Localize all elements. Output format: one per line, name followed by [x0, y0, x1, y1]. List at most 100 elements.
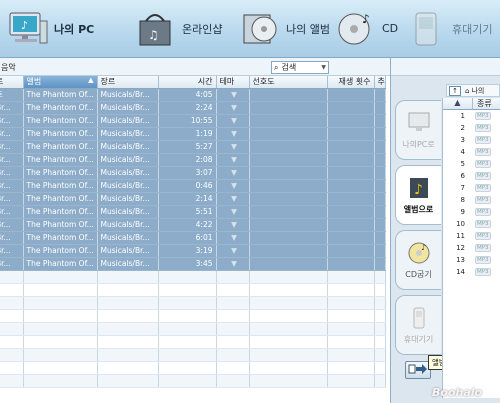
theme-dropdown-icon[interactable]: ▼ [216, 114, 250, 128]
list-item[interactable]: 12 MP3 [443, 242, 500, 254]
tab-cd-burn[interactable]: ♪ CD굽기 [395, 230, 441, 290]
table-row[interactable]: Br...The Phantom Of...Musicals/Br...3:45… [0, 257, 386, 271]
list-item[interactable]: 1 MP3 [443, 110, 500, 122]
table-row[interactable]: Br...The Phantom Of...Musicals/Br...6:01… [0, 231, 386, 245]
column-header-rating[interactable]: 선호도 [249, 76, 328, 89]
transfer-tabs: 나의PC로 ♪ 앨범으로 ♪ CD굽기 휴대기기 [395, 100, 441, 360]
format-tag: MP3 [475, 148, 491, 156]
search-box[interactable]: ⌕ 검색 ▼ [271, 61, 329, 74]
cell-track: Br... [0, 101, 24, 115]
theme-dropdown-icon[interactable]: ▼ [216, 257, 250, 271]
cell-time: 2:14 [158, 192, 217, 206]
theme-dropdown-icon[interactable]: ▼ [216, 153, 250, 167]
list-item[interactable]: 3 MP3 [443, 134, 500, 146]
tab-cd-burn-label: CD굽기 [405, 270, 432, 279]
column-header-play-count[interactable]: 재생 횟수 [327, 76, 375, 89]
column-header-theme[interactable]: 테마 [216, 76, 250, 89]
toolbar-my-album[interactable]: 나의 앨범 [232, 0, 330, 58]
column-header-more[interactable]: 추 [374, 76, 386, 89]
list-item[interactable]: 7 MP3 [443, 182, 500, 194]
transfer-list: ▲ 종류 1 MP3 2 MP3 3 MP3 4 MP3 5 MP3 6 MP3 7 MP3 8 MP3 9 MP… [442, 98, 500, 398]
list-item-number: 12 [456, 244, 465, 252]
format-tag: MP3 [475, 196, 491, 204]
empty-cell [0, 361, 24, 375]
empty-cell [0, 322, 24, 336]
column-header-genre[interactable]: 장르 [97, 76, 159, 89]
theme-dropdown-icon[interactable]: ▼ [216, 231, 250, 245]
list-item[interactable]: 13 MP3 [443, 254, 500, 266]
transfer-list-header-type[interactable]: 종류 [473, 98, 492, 109]
empty-cell [23, 283, 98, 297]
tab-to-my-pc[interactable]: 나의PC로 [395, 100, 441, 160]
cell-time: 2:24 [158, 101, 217, 115]
table-row[interactable]: Br...The Phantom Of...Musicals/Br...2:24… [0, 101, 386, 115]
toolbar-portable-device[interactable]: 휴대기기 [398, 0, 500, 58]
home-icon[interactable]: ⌂ [465, 87, 469, 95]
list-item[interactable]: 9 MP3 [443, 206, 500, 218]
theme-dropdown-icon[interactable]: ▼ [216, 101, 250, 115]
column-header-time[interactable]: 시간 [158, 76, 217, 89]
cell-rating [249, 218, 328, 232]
theme-dropdown-icon[interactable]: ▼ [216, 88, 250, 102]
theme-dropdown-icon[interactable]: ▼ [216, 218, 250, 232]
list-item[interactable]: 8 MP3 [443, 194, 500, 206]
folder-nav: ↑ ⌂ 나의 [446, 84, 500, 97]
format-tag: MP3 [475, 220, 491, 228]
list-item-number: 8 [460, 196, 465, 204]
cd-case-icon [238, 7, 282, 51]
list-item-number: 2 [460, 124, 465, 132]
cell-genre: Musicals/Br... [97, 179, 159, 193]
column-header-track[interactable]: 트 [0, 76, 24, 89]
empty-cell [374, 374, 386, 388]
tab-to-my-pc-label: 나의PC로 [402, 140, 435, 149]
list-item[interactable]: 5 MP3 [443, 158, 500, 170]
folder-up-icon[interactable]: ↑ [449, 85, 461, 96]
empty-cell [23, 322, 98, 336]
theme-dropdown-icon[interactable]: ▼ [216, 244, 250, 258]
cell-album: The Phantom Of... [23, 153, 98, 167]
theme-dropdown-icon[interactable]: ▼ [216, 127, 250, 141]
theme-dropdown-icon[interactable]: ▼ [216, 179, 250, 193]
table-row[interactable]: Br...The Phantom Of...Musicals/Br...2:14… [0, 192, 386, 206]
theme-dropdown-icon[interactable]: ▼ [216, 205, 250, 219]
cell-album: The Phantom Of... [23, 205, 98, 219]
column-header-album[interactable]: 앨범 ▲ [23, 76, 98, 89]
table-row[interactable]: Br...The Phantom Of...Musicals/Br...2:08… [0, 153, 386, 167]
empty-cell [374, 283, 386, 297]
toolbar-online-shop[interactable]: ♫ 온라인샵 [128, 0, 232, 58]
list-item[interactable]: 11 MP3 [443, 230, 500, 242]
table-row[interactable]: 트The Phantom Of...Musicals/Br...4:05▼ [0, 88, 386, 102]
tab-portable[interactable]: 휴대기기 [395, 295, 441, 355]
table-row[interactable]: Br...The Phantom Of...Musicals/Br...3:07… [0, 166, 386, 180]
album-note-icon: ♪ [406, 175, 432, 201]
list-item[interactable]: 4 MP3 [443, 146, 500, 158]
table-row[interactable]: Br...The Phantom Of...Musicals/Br...3:19… [0, 244, 386, 258]
empty-cell [249, 335, 328, 349]
tab-to-album[interactable]: ♪ 앨범으로 [395, 165, 441, 225]
table-row[interactable]: Br...The Phantom Of...Musicals/Br...4:22… [0, 218, 386, 232]
cell-genre: Musicals/Br... [97, 244, 159, 258]
table-row[interactable]: Br...The Phantom Of...Musicals/Br...1:19… [0, 127, 386, 141]
table-row[interactable]: Br...The Phantom Of...Musicals/Br...5:27… [0, 140, 386, 154]
toolbar-my-pc[interactable]: ♪ 나의 PC [0, 0, 128, 58]
theme-dropdown-icon[interactable]: ▼ [216, 140, 250, 154]
cell-rating [249, 101, 328, 115]
toolbar-portable-label: 휴대기기 [452, 22, 493, 36]
table-row[interactable]: Br...The Phantom Of...Musicals/Br...0:46… [0, 179, 386, 193]
sort-ascending-icon: ▲ [88, 76, 94, 85]
table-row-empty [0, 296, 386, 310]
table-row[interactable]: Br...The Phantom Of...Musicals/Br...5:51… [0, 205, 386, 219]
cell-play-count [327, 205, 375, 219]
empty-cell [327, 309, 375, 323]
list-item[interactable]: 2 MP3 [443, 122, 500, 134]
theme-dropdown-icon[interactable]: ▼ [216, 192, 250, 206]
theme-dropdown-icon[interactable]: ▼ [216, 166, 250, 180]
toolbar-cd[interactable]: ♪ CD [328, 0, 398, 58]
list-item[interactable]: 10 MP3 [443, 218, 500, 230]
list-item[interactable]: 6 MP3 [443, 170, 500, 182]
send-arrow-icon [408, 363, 428, 377]
chevron-down-icon[interactable]: ▼ [321, 64, 326, 71]
list-item[interactable]: 14 MP3 [443, 266, 500, 278]
sort-ascending-icon[interactable]: ▲ [443, 98, 473, 109]
table-row[interactable]: Br...The Phantom Of...Musicals/Br...10:5… [0, 114, 386, 128]
